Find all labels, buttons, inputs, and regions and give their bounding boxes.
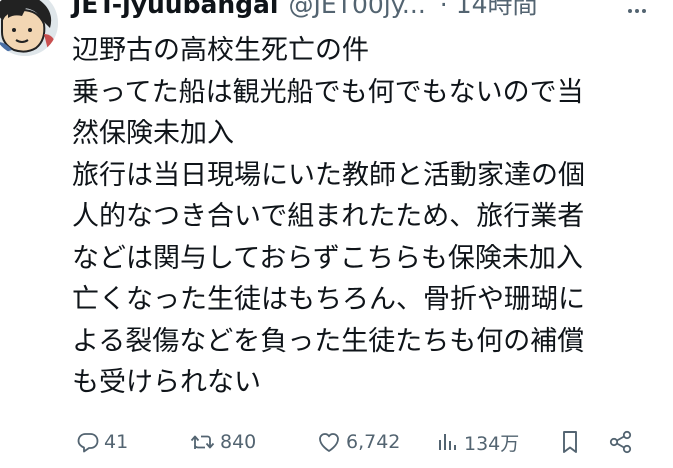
heart-icon	[316, 430, 342, 454]
tweet-text-line: 旅行は当日現場にいた教師と活動家達の個	[72, 159, 585, 191]
views-button[interactable]: 134万	[436, 424, 519, 460]
tweet-text-line: 辺野古の高校生死亡の件	[72, 35, 369, 66]
tweet-text-line: 亡くなった生徒はもちろん、骨折や珊瑚に	[72, 284, 585, 315]
user-handle[interactable]: @JET00jy...	[289, 0, 426, 22]
tweet-text-line: よる裂傷などを負った生徒たちも何の補償	[72, 325, 585, 357]
separator-dot: ·	[439, 0, 448, 19]
tweet-text-line: 人的なつき合いで組まれたため、旅行業者	[72, 201, 585, 232]
retweet-icon	[190, 430, 216, 454]
avatar-illustration	[0, 0, 58, 56]
tweet-text: 辺野古の高校生死亡の件 乗ってた船は観光船でも何でもないので当 然保険未加入 旅…	[72, 30, 662, 404]
bookmark-button[interactable]	[558, 424, 582, 460]
like-count: 6,742	[346, 431, 401, 453]
timestamp[interactable]: 14時間	[456, 0, 538, 22]
tweet-text-line: 乗ってた船は観光船でも何でもないので当	[72, 76, 584, 108]
reply-count: 41	[104, 431, 129, 453]
tweet-text-line: 然保険未加入	[72, 118, 234, 149]
tweet: JET-jyuubangai @JET00jy... · 14時間 辺野古の高校…	[0, 0, 673, 468]
avatar[interactable]	[0, 0, 58, 56]
retweet-count: 840	[220, 431, 257, 453]
bookmark-icon	[558, 429, 582, 455]
views-count: 134万	[464, 432, 520, 455]
tweet-text-line: も受けられない	[72, 367, 261, 398]
retweet-button[interactable]: 840	[190, 424, 256, 460]
reply-icon	[76, 430, 100, 454]
tweet-text-line: などは関与しておらずこちらも保険未加入	[72, 242, 583, 274]
share-button[interactable]	[608, 424, 634, 460]
views-icon	[436, 430, 460, 454]
tweet-header: JET-jyuubangai @JET00jy... · 14時間	[72, 0, 538, 22]
reply-button[interactable]: 41	[76, 424, 128, 460]
more-icon[interactable]	[622, 0, 652, 26]
like-button[interactable]: 6,742	[316, 424, 400, 460]
tweet-actions: 41 840 6,742 134万	[72, 424, 662, 460]
display-name[interactable]: JET-jyuubangai	[72, 0, 279, 22]
share-icon	[608, 429, 634, 455]
